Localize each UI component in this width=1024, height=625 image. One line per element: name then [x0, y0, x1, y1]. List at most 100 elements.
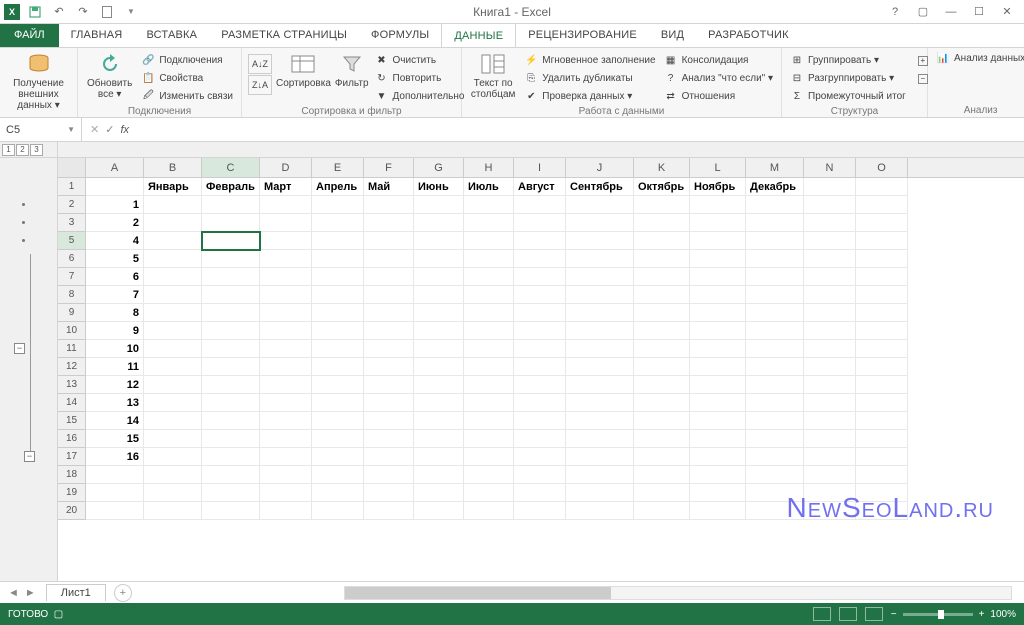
- cell-C7[interactable]: [202, 268, 260, 286]
- cell-K13[interactable]: [634, 376, 690, 394]
- cell-D17[interactable]: [260, 448, 312, 466]
- cell-N19[interactable]: [804, 484, 856, 502]
- row-header[interactable]: 3: [58, 214, 86, 232]
- cell-I3[interactable]: [514, 214, 566, 232]
- cell-B19[interactable]: [144, 484, 202, 502]
- cell-J9[interactable]: [566, 304, 634, 322]
- cell-N18[interactable]: [804, 466, 856, 484]
- outline-collapse-button[interactable]: −: [14, 343, 25, 354]
- row-header[interactable]: 13: [58, 376, 86, 394]
- cell-I16[interactable]: [514, 430, 566, 448]
- consolidate-button[interactable]: ▦Консолидация: [662, 52, 775, 69]
- cell-G15[interactable]: [414, 412, 464, 430]
- cell-D11[interactable]: [260, 340, 312, 358]
- cell-E1[interactable]: Апрель: [312, 178, 364, 196]
- cell-A14[interactable]: 13: [86, 394, 144, 412]
- cell-G11[interactable]: [414, 340, 464, 358]
- cell-K10[interactable]: [634, 322, 690, 340]
- cell-L15[interactable]: [690, 412, 746, 430]
- cell-E10[interactable]: [312, 322, 364, 340]
- cell-H12[interactable]: [464, 358, 514, 376]
- cell-I15[interactable]: [514, 412, 566, 430]
- cell-A16[interactable]: 15: [86, 430, 144, 448]
- cell-M12[interactable]: [746, 358, 804, 376]
- row-header[interactable]: 2: [58, 196, 86, 214]
- cell-G2[interactable]: [414, 196, 464, 214]
- select-all-corner[interactable]: [58, 158, 86, 177]
- cell-C6[interactable]: [202, 250, 260, 268]
- column-header-D[interactable]: D: [260, 158, 312, 177]
- cell-I18[interactable]: [514, 466, 566, 484]
- cell-H20[interactable]: [464, 502, 514, 520]
- cell-M8[interactable]: [746, 286, 804, 304]
- data-validation-button[interactable]: ✔Проверка данных ▾: [522, 88, 657, 105]
- cell-C15[interactable]: [202, 412, 260, 430]
- cell-C17[interactable]: [202, 448, 260, 466]
- cell-F2[interactable]: [364, 196, 414, 214]
- cell-E15[interactable]: [312, 412, 364, 430]
- cell-K5[interactable]: [634, 232, 690, 250]
- cell-L7[interactable]: [690, 268, 746, 286]
- cell-A2[interactable]: 1: [86, 196, 144, 214]
- cell-K6[interactable]: [634, 250, 690, 268]
- cell-H17[interactable]: [464, 448, 514, 466]
- column-header-N[interactable]: N: [804, 158, 856, 177]
- cell-G20[interactable]: [414, 502, 464, 520]
- cell-J11[interactable]: [566, 340, 634, 358]
- cell-F12[interactable]: [364, 358, 414, 376]
- column-header-M[interactable]: M: [746, 158, 804, 177]
- zoom-control[interactable]: − + 100%: [891, 609, 1016, 620]
- tab-разметка страницы[interactable]: РАЗМЕТКА СТРАНИЦЫ: [209, 23, 359, 47]
- cell-L2[interactable]: [690, 196, 746, 214]
- cell-I14[interactable]: [514, 394, 566, 412]
- help-icon[interactable]: ?: [882, 3, 908, 21]
- cell-J20[interactable]: [566, 502, 634, 520]
- cell-H19[interactable]: [464, 484, 514, 502]
- filter-button[interactable]: Фильтр: [335, 50, 369, 91]
- cell-M14[interactable]: [746, 394, 804, 412]
- cell-E9[interactable]: [312, 304, 364, 322]
- fx-icon[interactable]: fx: [120, 124, 129, 136]
- cell-O15[interactable]: [856, 412, 908, 430]
- cell-E13[interactable]: [312, 376, 364, 394]
- cell-K18[interactable]: [634, 466, 690, 484]
- cell-G19[interactable]: [414, 484, 464, 502]
- cell-F15[interactable]: [364, 412, 414, 430]
- advanced-filter-button[interactable]: ▼Дополнительно: [373, 88, 467, 105]
- cell-I11[interactable]: [514, 340, 566, 358]
- view-page-break-icon[interactable]: [865, 607, 883, 621]
- cell-K8[interactable]: [634, 286, 690, 304]
- cell-H15[interactable]: [464, 412, 514, 430]
- cell-H9[interactable]: [464, 304, 514, 322]
- tab-рецензирование[interactable]: РЕЦЕНЗИРОВАНИЕ: [516, 23, 649, 47]
- relationships-button[interactable]: ⇄Отношения: [662, 88, 775, 105]
- row-header[interactable]: 14: [58, 394, 86, 412]
- cell-A19[interactable]: [86, 484, 144, 502]
- cell-I8[interactable]: [514, 286, 566, 304]
- cell-C16[interactable]: [202, 430, 260, 448]
- undo-icon[interactable]: ↶: [50, 3, 68, 21]
- cell-J13[interactable]: [566, 376, 634, 394]
- row-header[interactable]: 19: [58, 484, 86, 502]
- cell-G8[interactable]: [414, 286, 464, 304]
- sheet-nav-prev-icon[interactable]: ◄: [8, 587, 19, 599]
- cell-J14[interactable]: [566, 394, 634, 412]
- cell-H8[interactable]: [464, 286, 514, 304]
- cell-E12[interactable]: [312, 358, 364, 376]
- cell-A20[interactable]: [86, 502, 144, 520]
- properties-button[interactable]: 📋Свойства: [139, 70, 235, 87]
- cell-M11[interactable]: [746, 340, 804, 358]
- column-header-H[interactable]: H: [464, 158, 514, 177]
- cell-H5[interactable]: [464, 232, 514, 250]
- sort-desc-button[interactable]: Z↓A: [248, 75, 272, 95]
- cell-F1[interactable]: Май: [364, 178, 414, 196]
- horizontal-scrollbar[interactable]: [344, 586, 1012, 600]
- cell-L9[interactable]: [690, 304, 746, 322]
- cell-I17[interactable]: [514, 448, 566, 466]
- row-header[interactable]: 10: [58, 322, 86, 340]
- cell-J19[interactable]: [566, 484, 634, 502]
- cell-C12[interactable]: [202, 358, 260, 376]
- cell-B7[interactable]: [144, 268, 202, 286]
- cell-N9[interactable]: [804, 304, 856, 322]
- cell-N12[interactable]: [804, 358, 856, 376]
